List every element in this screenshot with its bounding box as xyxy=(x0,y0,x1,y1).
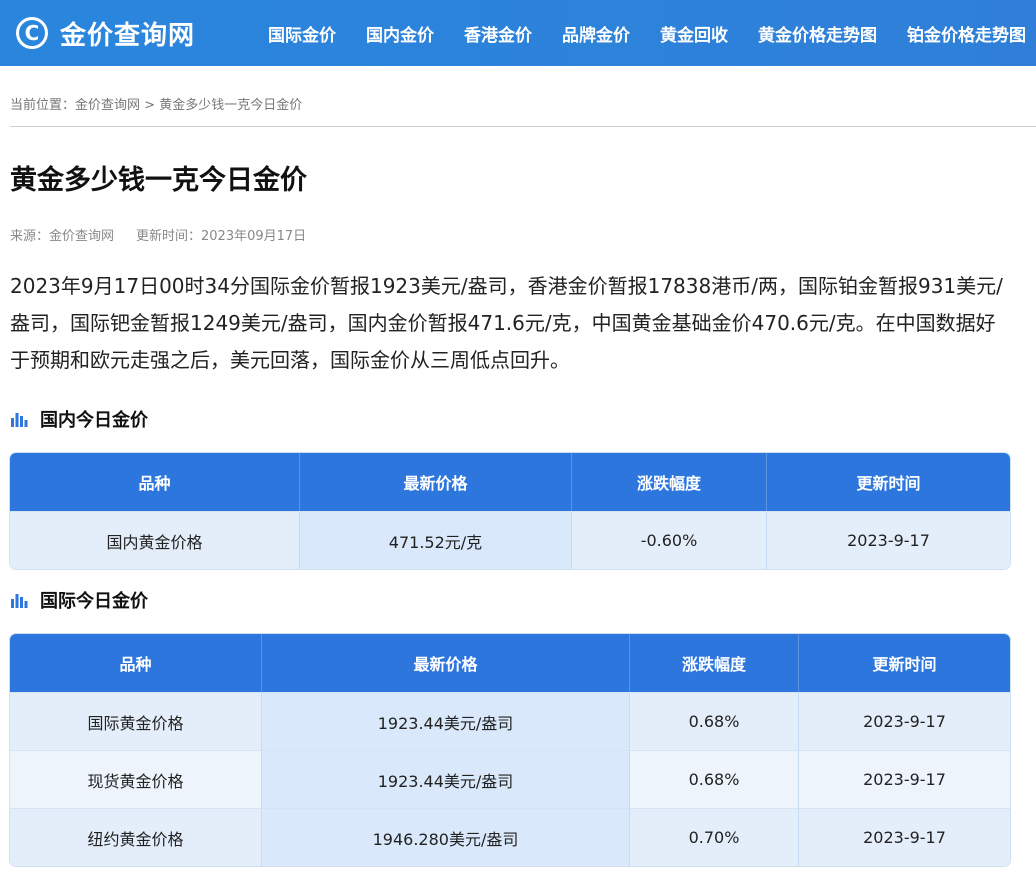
breadcrumb-home-link[interactable]: 金价查询网 xyxy=(75,98,140,113)
bar-chart-icon xyxy=(11,413,28,427)
article-source: 来源：金价查询网 xyxy=(10,229,115,244)
column-header-update-time: 更新时间 xyxy=(767,453,1010,511)
cell-change: -0.60% xyxy=(572,511,767,569)
section-title-international: 国际今日金价 xyxy=(10,587,148,613)
article-updated: 更新时间：2023年09月17日 xyxy=(136,229,307,244)
international-price-table: 品种 最新价格 涨跌幅度 更新时间 国际黄金价格 1923.44美元/盎司 0.… xyxy=(10,634,1010,866)
column-header-latest-price: 最新价格 xyxy=(300,453,572,511)
section-title-text: 国际今日金价 xyxy=(40,591,148,612)
cell-change: 0.68% xyxy=(630,750,799,808)
top-navigation-bar: C 金价查询网 国际金价 国内金价 香港金价 品牌金价 黄金回收 黄金价格走势图… xyxy=(0,0,1036,66)
section-title-text: 国内今日金价 xyxy=(40,410,148,431)
table-row: 纽约黄金价格 1946.280美元/盎司 0.70% 2023-9-17 xyxy=(10,808,1010,866)
cell-price: 471.52元/克 xyxy=(300,511,572,569)
table-row: 国际黄金价格 1923.44美元/盎司 0.68% 2023-9-17 xyxy=(10,692,1010,750)
column-header-variety: 品种 xyxy=(10,634,262,692)
nav-item-brand-gold[interactable]: 品牌金价 xyxy=(562,21,630,46)
breadcrumb: 当前位置：金价查询网 > 黄金多少钱一克今日金价 xyxy=(10,94,302,113)
column-header-variety: 品种 xyxy=(10,453,300,511)
table-header-row: 品种 最新价格 涨跌幅度 更新时间 xyxy=(10,634,1010,692)
cell-variety: 国际黄金价格 xyxy=(10,692,262,750)
column-header-change: 涨跌幅度 xyxy=(572,453,767,511)
column-header-update-time: 更新时间 xyxy=(799,634,1010,692)
cell-price: 1946.280美元/盎司 xyxy=(262,808,630,866)
nav-item-hongkong-gold[interactable]: 香港金价 xyxy=(464,21,532,46)
cell-variety: 国内黄金价格 xyxy=(10,511,300,569)
nav-item-gold-trend-chart[interactable]: 黄金价格走势图 xyxy=(758,21,877,46)
article-summary: 2023年9月17日00时34分国际金价暂报1923美元/盎司，香港金价暂报17… xyxy=(10,274,1003,372)
bar-chart-icon xyxy=(11,594,28,608)
cell-time: 2023-9-17 xyxy=(767,511,1010,569)
cell-change: 0.68% xyxy=(630,692,799,750)
nav-item-international-gold[interactable]: 国际金价 xyxy=(268,21,336,46)
nav-item-platinum-trend-chart[interactable]: 铂金价格走势图 xyxy=(907,21,1026,46)
column-header-change: 涨跌幅度 xyxy=(630,634,799,692)
nav-item-gold-recycling[interactable]: 黄金回收 xyxy=(660,21,728,46)
breadcrumb-current: 黄金多少钱一克今日金价 xyxy=(159,98,303,113)
cell-time: 2023-9-17 xyxy=(799,750,1010,808)
breadcrumb-separator: > xyxy=(140,98,160,113)
section-title-domestic: 国内今日金价 xyxy=(10,406,148,432)
article-meta: 来源：金价查询网 更新时间：2023年09月17日 xyxy=(10,225,306,244)
site-logo[interactable]: C 金价查询网 xyxy=(16,14,195,52)
cell-price: 1923.44美元/盎司 xyxy=(262,750,630,808)
breadcrumb-prefix: 当前位置： xyxy=(10,98,76,113)
table-row: 现货黄金价格 1923.44美元/盎司 0.68% 2023-9-17 xyxy=(10,750,1010,808)
cell-price: 1923.44美元/盎司 xyxy=(262,692,630,750)
cell-time: 2023-9-17 xyxy=(799,808,1010,866)
domestic-price-table: 品种 最新价格 涨跌幅度 更新时间 国内黄金价格 471.52元/克 -0.60… xyxy=(10,453,1010,569)
nav-item-domestic-gold[interactable]: 国内金价 xyxy=(366,21,434,46)
copyright-circle-icon: C xyxy=(16,17,48,49)
table-row: 国内黄金价格 471.52元/克 -0.60% 2023-9-17 xyxy=(10,511,1010,569)
table-header-row: 品种 最新价格 涨跌幅度 更新时间 xyxy=(10,453,1010,511)
cell-change: 0.70% xyxy=(630,808,799,866)
cell-variety: 现货黄金价格 xyxy=(10,750,262,808)
main-nav: 国际金价 国内金价 香港金价 品牌金价 黄金回收 黄金价格走势图 铂金价格走势图 xyxy=(268,0,1036,66)
cell-time: 2023-9-17 xyxy=(799,692,1010,750)
cell-variety: 纽约黄金价格 xyxy=(10,808,262,866)
divider xyxy=(10,126,1036,127)
column-header-latest-price: 最新价格 xyxy=(262,634,630,692)
logo-text: 金价查询网 xyxy=(60,20,196,51)
page-title: 黄金多少钱一克今日金价 xyxy=(10,165,307,196)
